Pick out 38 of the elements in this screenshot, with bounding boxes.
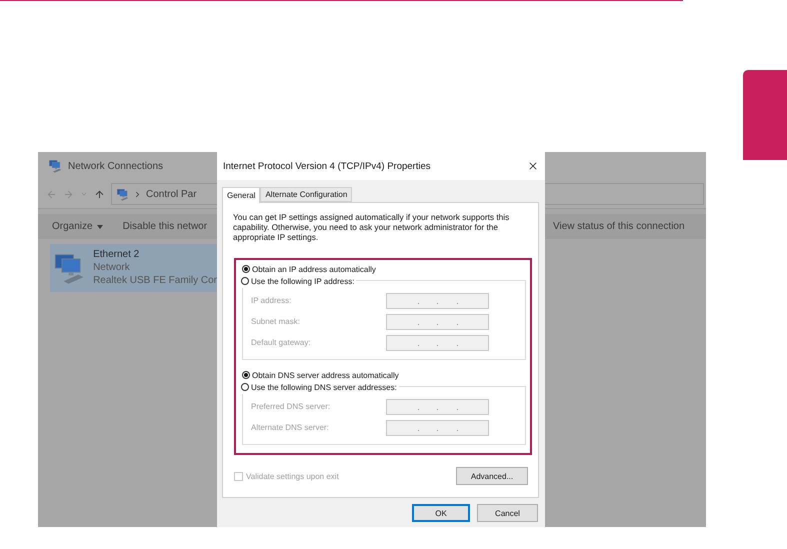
field-label: Preferred DNS server: xyxy=(251,402,330,411)
connection-network: Network xyxy=(93,262,131,274)
organize-menu[interactable]: Organize xyxy=(52,221,103,232)
forward-icon[interactable] xyxy=(63,188,74,200)
recent-icon[interactable] xyxy=(80,190,88,198)
connection-adapter: Realtek USB FE Family Cor xyxy=(93,275,217,287)
ip-input-field[interactable] xyxy=(386,398,489,414)
ip-input-field[interactable] xyxy=(386,314,489,330)
radio-option[interactable]: Use the following DNS server addresses: xyxy=(241,380,399,394)
cancel-button[interactable]: Cancel xyxy=(477,504,538,522)
field-label: Default gateway: xyxy=(251,338,311,347)
ip-input-field[interactable] xyxy=(386,420,489,436)
chevron-icon xyxy=(133,190,142,198)
field-label: IP address: xyxy=(251,296,292,305)
radio-option[interactable]: Use the following IP address: xyxy=(241,274,356,288)
address-text: Control Par xyxy=(146,188,197,200)
ok-button[interactable]: OK xyxy=(412,504,470,522)
address-bar[interactable]: Control Par xyxy=(111,183,217,205)
ip-input-field[interactable] xyxy=(386,292,489,308)
network-icon xyxy=(48,159,62,173)
field-label: Alternate DNS server: xyxy=(251,423,329,432)
connection-name: Ethernet 2 xyxy=(93,249,140,261)
up-icon[interactable] xyxy=(94,188,105,200)
dialog-tab[interactable]: Alternate Configuration xyxy=(260,187,352,202)
address-bar[interactable] xyxy=(545,183,704,205)
window-title: Network Connections xyxy=(68,160,164,172)
dialog-tab[interactable]: General xyxy=(222,187,260,203)
connection-item[interactable]: Ethernet 2 Network Realtek USB FE Family Cor xyxy=(50,244,217,292)
advanced-button[interactable]: Advanced... xyxy=(456,467,528,485)
caret-icon xyxy=(96,224,103,228)
field-label: Subnet mask: xyxy=(251,317,300,326)
description-text: You can get IP settings assigned automatically if your network supports this capability. Otherwise, you need to ask your network administrator for the appropriate IP settings. xyxy=(233,212,510,242)
network-icon xyxy=(116,188,129,200)
ip-input-field[interactable] xyxy=(386,334,489,350)
dialog-title: Internet Protocol Version 4 (TCP/IPv4) Properties xyxy=(223,160,431,172)
toolbar-button[interactable]: Disable this networ xyxy=(122,221,208,232)
close-button[interactable] xyxy=(527,160,539,172)
back-icon[interactable] xyxy=(46,188,57,200)
